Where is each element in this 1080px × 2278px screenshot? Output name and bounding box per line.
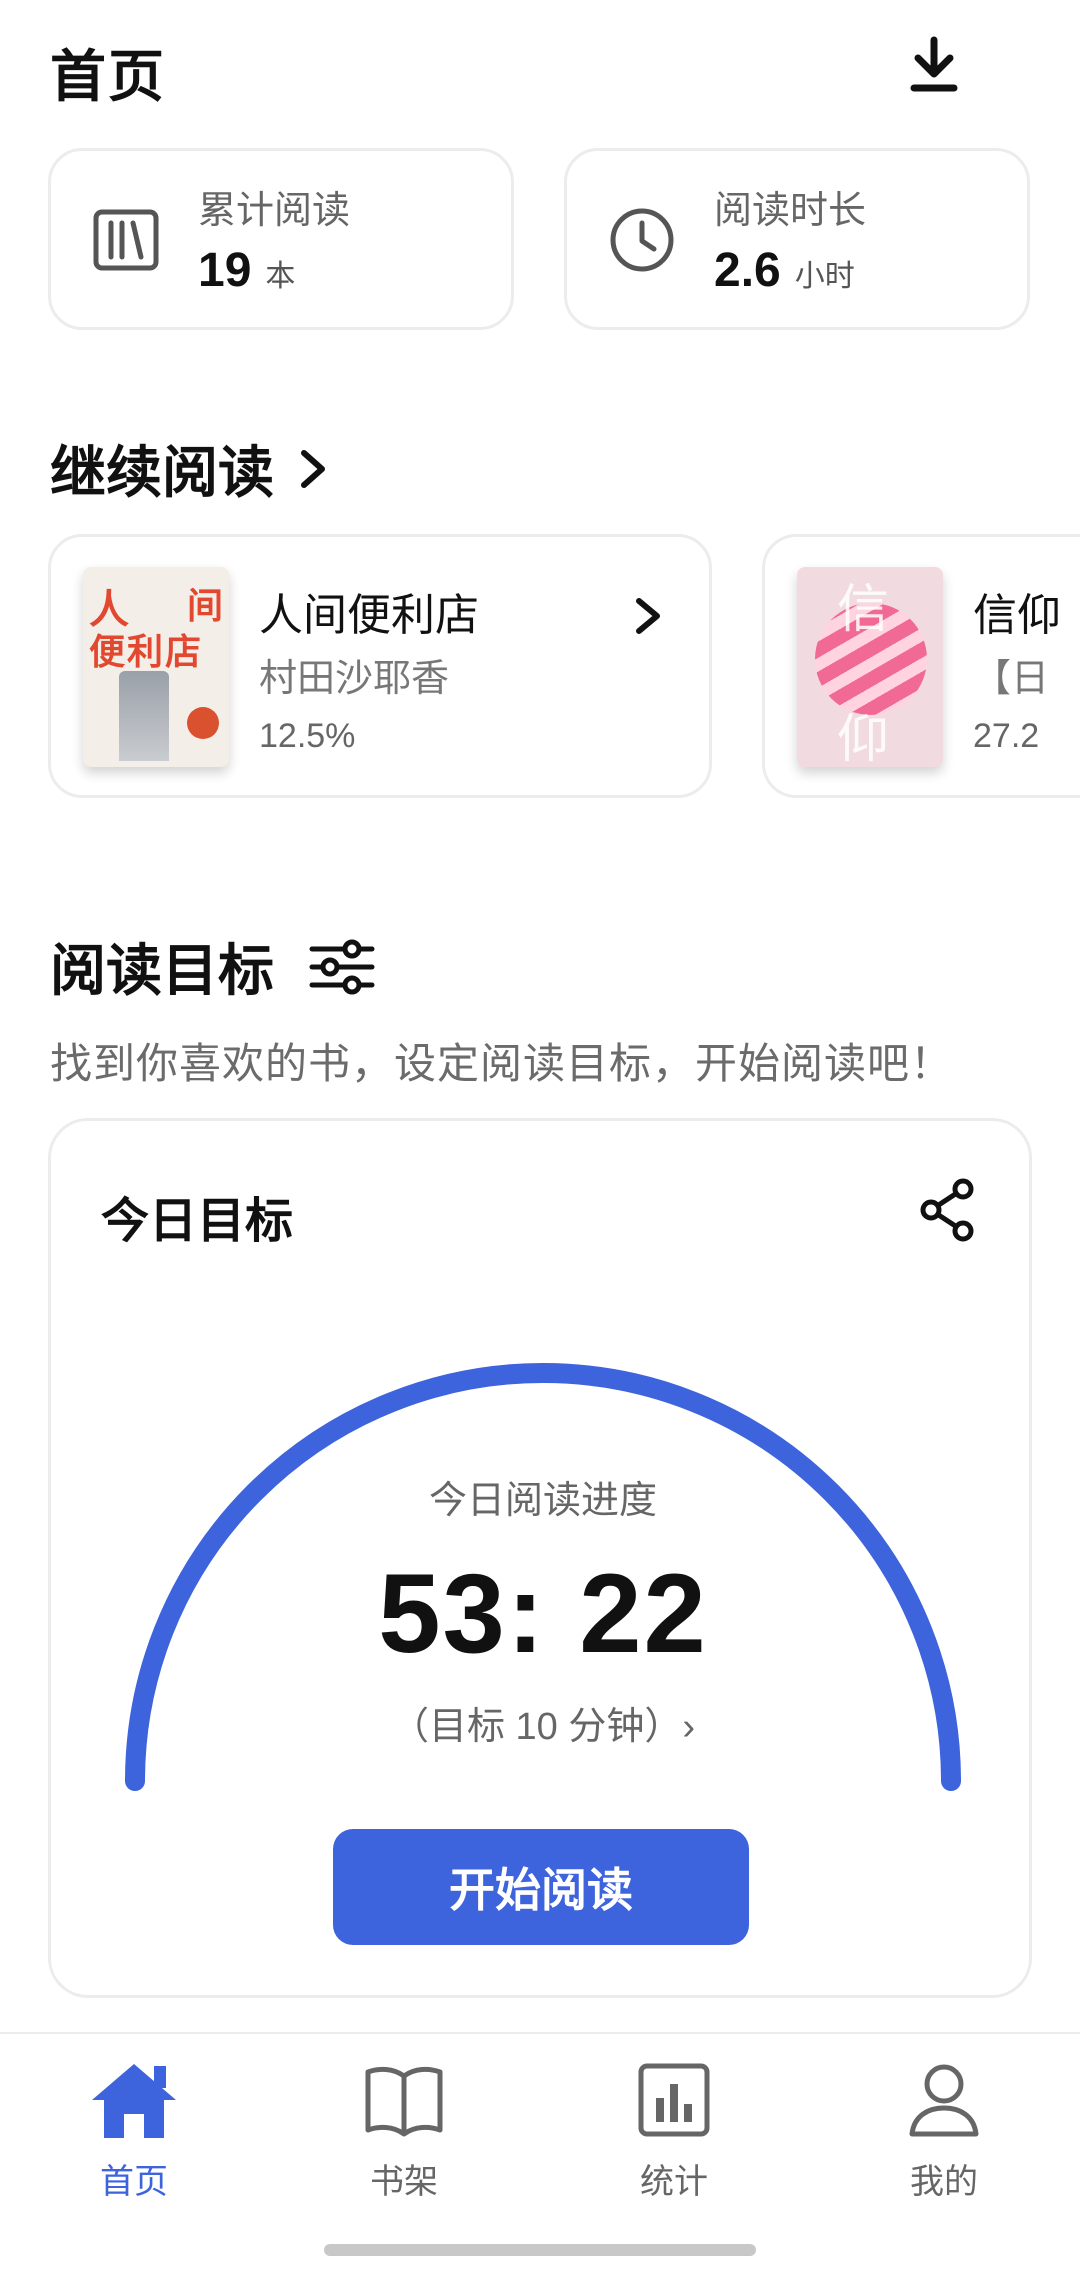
nav-label: 统计 (640, 2163, 708, 2201)
goal-target-link[interactable]: （目标 10 分钟）› (51, 1695, 1035, 1750)
chevron-right-icon[interactable] (633, 595, 663, 637)
book-progress: 12.5% (259, 717, 356, 755)
book-card[interactable]: 人 间 便利店 人间便利店 村田沙耶香 12.5% (48, 534, 712, 798)
cover-text: 信 (837, 580, 890, 640)
cover-figure (119, 671, 169, 761)
home-icon (92, 2064, 176, 2138)
stat-number: 2.6 (714, 244, 781, 297)
bookshelf-icon (91, 205, 161, 275)
stat-number: 19 (198, 244, 252, 297)
stat-label: 阅读时长 (714, 190, 867, 232)
cover-text: 便利店 (89, 631, 204, 673)
book-progress: 27.2 (973, 717, 1040, 755)
nav-item-home[interactable]: 首页 (34, 2060, 234, 2210)
section-title: 继续阅读 (50, 441, 274, 504)
book-icon (365, 2066, 443, 2137)
today-goal-card: 今日目标 今日阅读进度 53: 22 （目标 10 分钟）› 开始阅读 (48, 1118, 1032, 1998)
profile-icon (909, 2064, 979, 2137)
stat-value: 19 本 (198, 243, 295, 298)
stat-label: 累计阅读 (198, 190, 351, 232)
book-author: 村田沙耶香 (259, 658, 450, 700)
cover-text: 仰 (837, 710, 890, 767)
page-title: 首页 (50, 45, 166, 108)
book-title: 信仰 (973, 591, 1061, 640)
chevron-right-icon (301, 449, 325, 488)
nav-label: 首页 (100, 2163, 168, 2201)
nav-item-stats[interactable]: 统计 (574, 2060, 774, 2210)
home-indicator (324, 2244, 756, 2256)
stats-icon (638, 2063, 710, 2137)
book-cover: 人 间 便利店 (83, 567, 229, 767)
stat-unit: 小时 (794, 260, 855, 293)
nav-item-profile[interactable]: 我的 (844, 2060, 1044, 2210)
continue-reading-header[interactable]: 继续阅读 (50, 428, 330, 509)
progress-label: 今日阅读进度 (428, 1480, 657, 1522)
stat-card-reading-time[interactable]: 阅读时长 2.6 小时 (564, 148, 1030, 330)
home-screen: 首页 累计阅读 19 本 阅读时长 2.6 小时 继续阅读 人 间 便利店 人间… (0, 0, 1080, 2278)
header: 首页 (50, 28, 1030, 108)
book-card[interactable]: 信 仰 信仰 【日 27.2 (762, 534, 1080, 798)
stat-value: 2.6 小时 (714, 243, 855, 298)
book-cover: 信 仰 (797, 567, 943, 767)
goal-subtitle: 找到你喜欢的书，设定阅读目标，开始阅读吧！ (50, 1040, 954, 1087)
clock-icon (607, 205, 677, 275)
reading-goal-header: 阅读目标 (50, 926, 376, 1007)
nav-label: 我的 (910, 2163, 978, 2201)
download-icon[interactable] (904, 34, 964, 98)
bottom-nav: 首页 书架 统计 我的 (0, 2032, 1080, 2278)
cover-badge (187, 707, 219, 739)
section-title: 阅读目标 (50, 939, 274, 1002)
nav-label: 书架 (370, 2163, 438, 2201)
stat-card-total-read[interactable]: 累计阅读 19 本 (48, 148, 514, 330)
book-author: 【日 (973, 658, 1050, 700)
nav-item-bookshelf[interactable]: 书架 (304, 2060, 504, 2210)
stat-unit: 本 (265, 260, 296, 293)
cover-text: 间 (186, 585, 223, 627)
book-title: 人间便利店 (259, 591, 479, 640)
settings-sliders-icon[interactable] (308, 939, 376, 995)
progress-time: 53: 22 (378, 1551, 708, 1676)
start-reading-button[interactable]: 开始阅读 (333, 1829, 749, 1945)
